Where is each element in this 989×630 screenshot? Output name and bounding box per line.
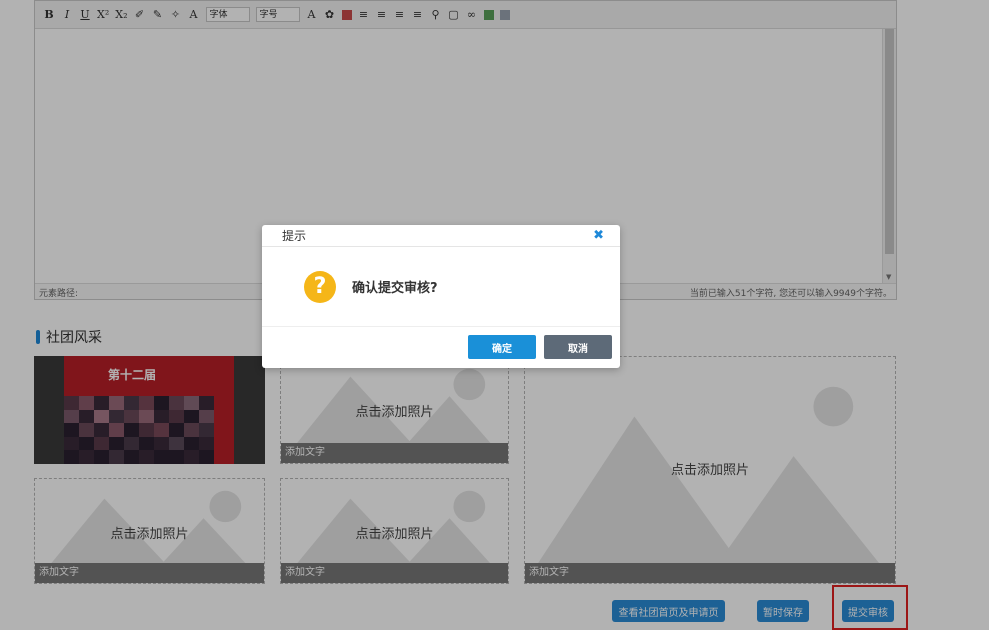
dialog-message: 确认提交审核? xyxy=(352,281,438,296)
cancel-button[interactable]: 取消 xyxy=(544,335,612,359)
confirm-button[interactable]: 确定 xyxy=(468,335,536,359)
dialog-header: 提示 ✖ xyxy=(262,225,620,247)
close-icon[interactable]: ✖ xyxy=(593,228,604,243)
dialog-title: 提示 xyxy=(282,229,307,243)
confirm-dialog: 提示 ✖ ? 确认提交审核? 确定 取消 xyxy=(262,225,620,368)
dialog-body: ? 确认提交审核? xyxy=(262,247,620,327)
question-icon: ? xyxy=(304,270,336,303)
dialog-footer: 确定 取消 xyxy=(262,327,620,367)
